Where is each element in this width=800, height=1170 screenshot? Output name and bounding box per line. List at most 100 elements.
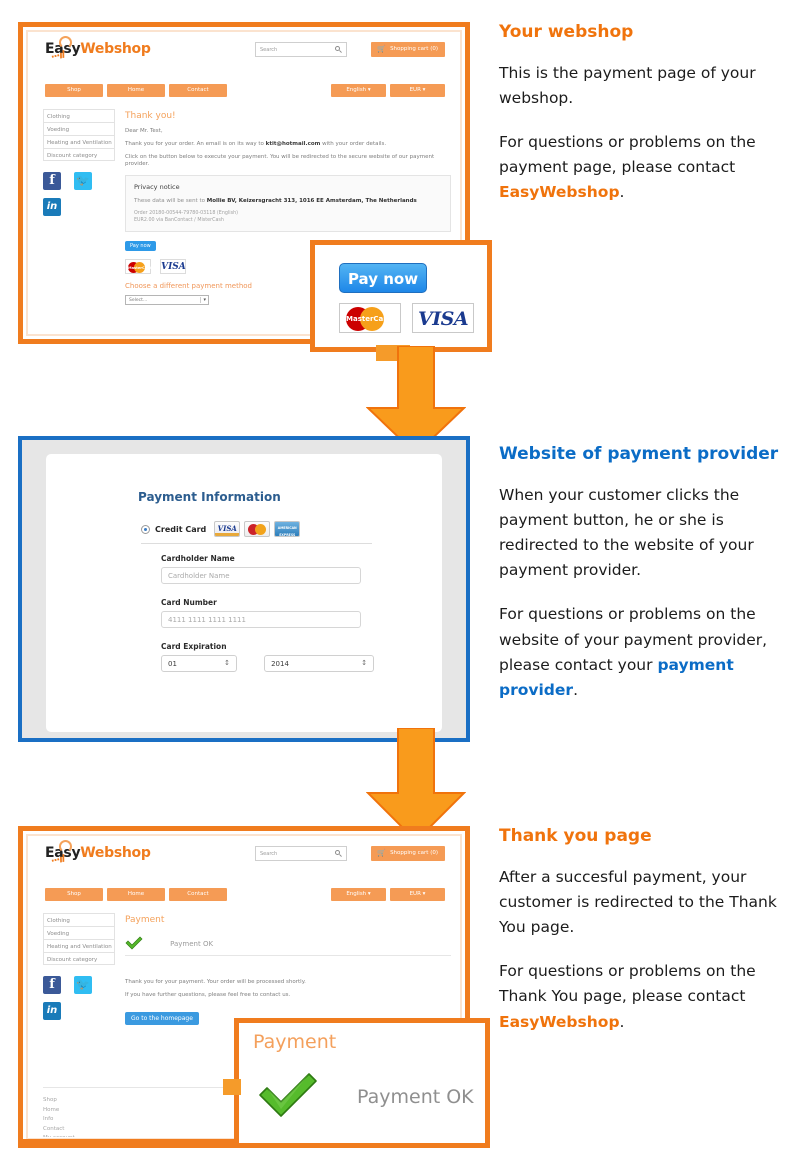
social-links: f 🐦 in	[43, 169, 100, 216]
pay-now-button-zoom[interactable]: Pay now	[339, 263, 427, 293]
category-item[interactable]: Discount category	[43, 952, 115, 965]
card-expiration-label: Card Expiration	[161, 642, 227, 651]
payment-status-label: Payment OK	[170, 940, 214, 948]
search-placeholder: Search	[260, 47, 278, 53]
logo-webshop: Webshop	[80, 845, 151, 861]
footer-link-contact[interactable]: Contact	[43, 1126, 75, 1132]
search-input[interactable]: Search	[255, 42, 347, 57]
pay-now-button[interactable]: Pay now	[125, 240, 156, 251]
payment-ok-callout: Payment Payment OK	[223, 1018, 490, 1148]
logo-tail-icon: ···ıl	[50, 49, 66, 64]
section-paragraph: For questions or problems on the payment…	[499, 133, 756, 202]
payment-callout-title: Payment	[253, 1031, 337, 1053]
shopping-cart-button[interactable]: 🛒 Shopping cart (0)	[371, 846, 445, 861]
footer-link-home[interactable]: Home	[43, 1107, 75, 1113]
card-number-label: Card Number	[161, 598, 217, 607]
cardholder-name-input[interactable]: Cardholder Name	[161, 567, 361, 584]
nav-item-shop[interactable]: Shop	[45, 84, 103, 97]
nav-item-shop[interactable]: Shop	[45, 888, 103, 901]
footer-link-shop[interactable]: Shop	[43, 1097, 75, 1103]
search-placeholder: Search	[260, 851, 278, 857]
category-item[interactable]: Clothing	[43, 109, 115, 122]
category-item[interactable]: Discount category	[43, 148, 115, 161]
section-text-your-webshop: Your webshop This is the payment page of…	[499, 22, 799, 225]
social-links: f 🐦 in	[43, 973, 100, 1020]
twitter-icon[interactable]: 🐦	[74, 976, 93, 994]
order-email-line: Thank you for your order. An email is on…	[125, 141, 387, 148]
payment-ok-row: Payment OK	[257, 1071, 475, 1123]
green-check-icon	[257, 1071, 319, 1123]
cardholder-name-label: Cardholder Name	[161, 554, 235, 563]
category-item[interactable]: Heating and Ventilation	[43, 135, 115, 148]
section-paragraph: For questions or problems on the Thank Y…	[499, 962, 756, 1031]
thankyou-line-2: If you have further questions, please fe…	[125, 992, 291, 999]
expiration-month-select[interactable]: 01	[161, 655, 237, 672]
payment-status-row: Payment OK	[125, 931, 213, 950]
order-reference: Order 20180-00544-79780-03118 (English)	[134, 210, 238, 216]
nav-item-home[interactable]: Home	[107, 84, 165, 97]
go-to-homepage-button[interactable]: Go to the homepage	[125, 1012, 199, 1026]
language-selector[interactable]: English ▾	[331, 888, 386, 901]
facebook-icon[interactable]: f	[43, 976, 61, 994]
linkedin-icon[interactable]: in	[43, 198, 61, 216]
section-title: Thank you page	[499, 826, 652, 846]
category-item[interactable]: Voeding	[43, 926, 115, 939]
payment-method-row: Credit Card VISA AMERICAN EXPRESS	[141, 521, 304, 537]
page-title: Thank you!	[125, 111, 176, 121]
redirect-note: Click on the button below to execute you…	[125, 154, 435, 168]
card-number-input[interactable]: 4111 1111 1111 1111	[161, 611, 361, 628]
search-icon	[335, 850, 340, 855]
privacy-notice-title: Privacy notice	[134, 182, 180, 191]
visa-logo: VISA	[160, 258, 187, 274]
linkedin-icon[interactable]: in	[43, 1002, 61, 1020]
mastercard-logo: MasterCard	[125, 258, 151, 274]
payment-ok-label: Payment OK	[357, 1086, 474, 1108]
category-list: Clothing Voeding Heating and Ventilation…	[43, 109, 115, 161]
nav-item-contact[interactable]: Contact	[169, 888, 227, 901]
visa-logo: VISA	[214, 521, 241, 537]
logo-webshop: Webshop	[80, 41, 151, 57]
credit-card-radio[interactable]	[141, 524, 150, 534]
payment-information-title: Payment Information	[138, 490, 281, 504]
footer-link-my-account[interactable]: My account	[43, 1135, 75, 1137]
order-email: ktit@hotmail.com	[265, 141, 321, 148]
currency-selector[interactable]: EUR ▾	[390, 84, 445, 97]
form-divider	[141, 543, 372, 544]
callout-notch	[223, 1079, 241, 1095]
logo-swirl-icon	[59, 840, 72, 853]
nav-item-home[interactable]: Home	[107, 888, 165, 901]
language-selector[interactable]: English ▾	[331, 84, 386, 97]
infographic-page: EasyWebshop ···ıl Search 🛒 Shopping cart…	[0, 0, 800, 1170]
nav-item-contact[interactable]: Contact	[169, 84, 227, 97]
category-item[interactable]: Heating and Ventilation	[43, 939, 115, 952]
payment-provider-panel: Payment Information Credit Card VISA AME…	[18, 436, 470, 742]
expiration-year-select[interactable]: 2014	[264, 655, 375, 672]
category-item[interactable]: Clothing	[43, 913, 115, 926]
search-input[interactable]: Search	[255, 846, 347, 861]
easywebshop-link: EasyWebshop	[499, 183, 620, 202]
amex-logo: AMERICAN EXPRESS	[274, 521, 301, 537]
category-item[interactable]: Voeding	[43, 122, 115, 135]
shopping-cart-icon: 🛒	[377, 45, 386, 53]
search-icon	[335, 46, 340, 51]
shopping-cart-button[interactable]: 🛒 Shopping cart (0)	[371, 42, 445, 57]
currency-selector[interactable]: EUR ▾	[390, 888, 445, 901]
accepted-cards-zoom: MasterCard VISA	[339, 303, 480, 333]
thankyou-content: Payment Payment OK Thank you for your pa…	[125, 909, 451, 1026]
payment-method-select[interactable]: Select...	[125, 294, 209, 305]
section-title: Website of payment provider	[499, 444, 779, 464]
section-title: Your webshop	[499, 22, 634, 42]
page-title: Payment	[125, 915, 165, 925]
credit-card-label: Credit Card	[155, 524, 207, 534]
section-paragraph: For questions or problems on the website…	[499, 605, 768, 699]
shopping-cart-label: Shopping cart (0)	[390, 850, 438, 856]
green-check-icon	[125, 935, 143, 949]
footer-link-info[interactable]: Info	[43, 1116, 75, 1122]
category-list: Clothing Voeding Heating and Ventilation…	[43, 913, 115, 965]
salutation: Dear Mr. Test,	[125, 128, 163, 134]
facebook-icon[interactable]: f	[43, 172, 61, 190]
shop-header: EasyWebshop ···ıl Search 🛒 Shopping cart…	[29, 837, 459, 885]
logo-tail-icon: ···ıl	[50, 853, 66, 868]
shop-navbar: Shop Home Contact English ▾ EUR ▾	[29, 885, 459, 909]
twitter-icon[interactable]: 🐦	[74, 172, 93, 190]
